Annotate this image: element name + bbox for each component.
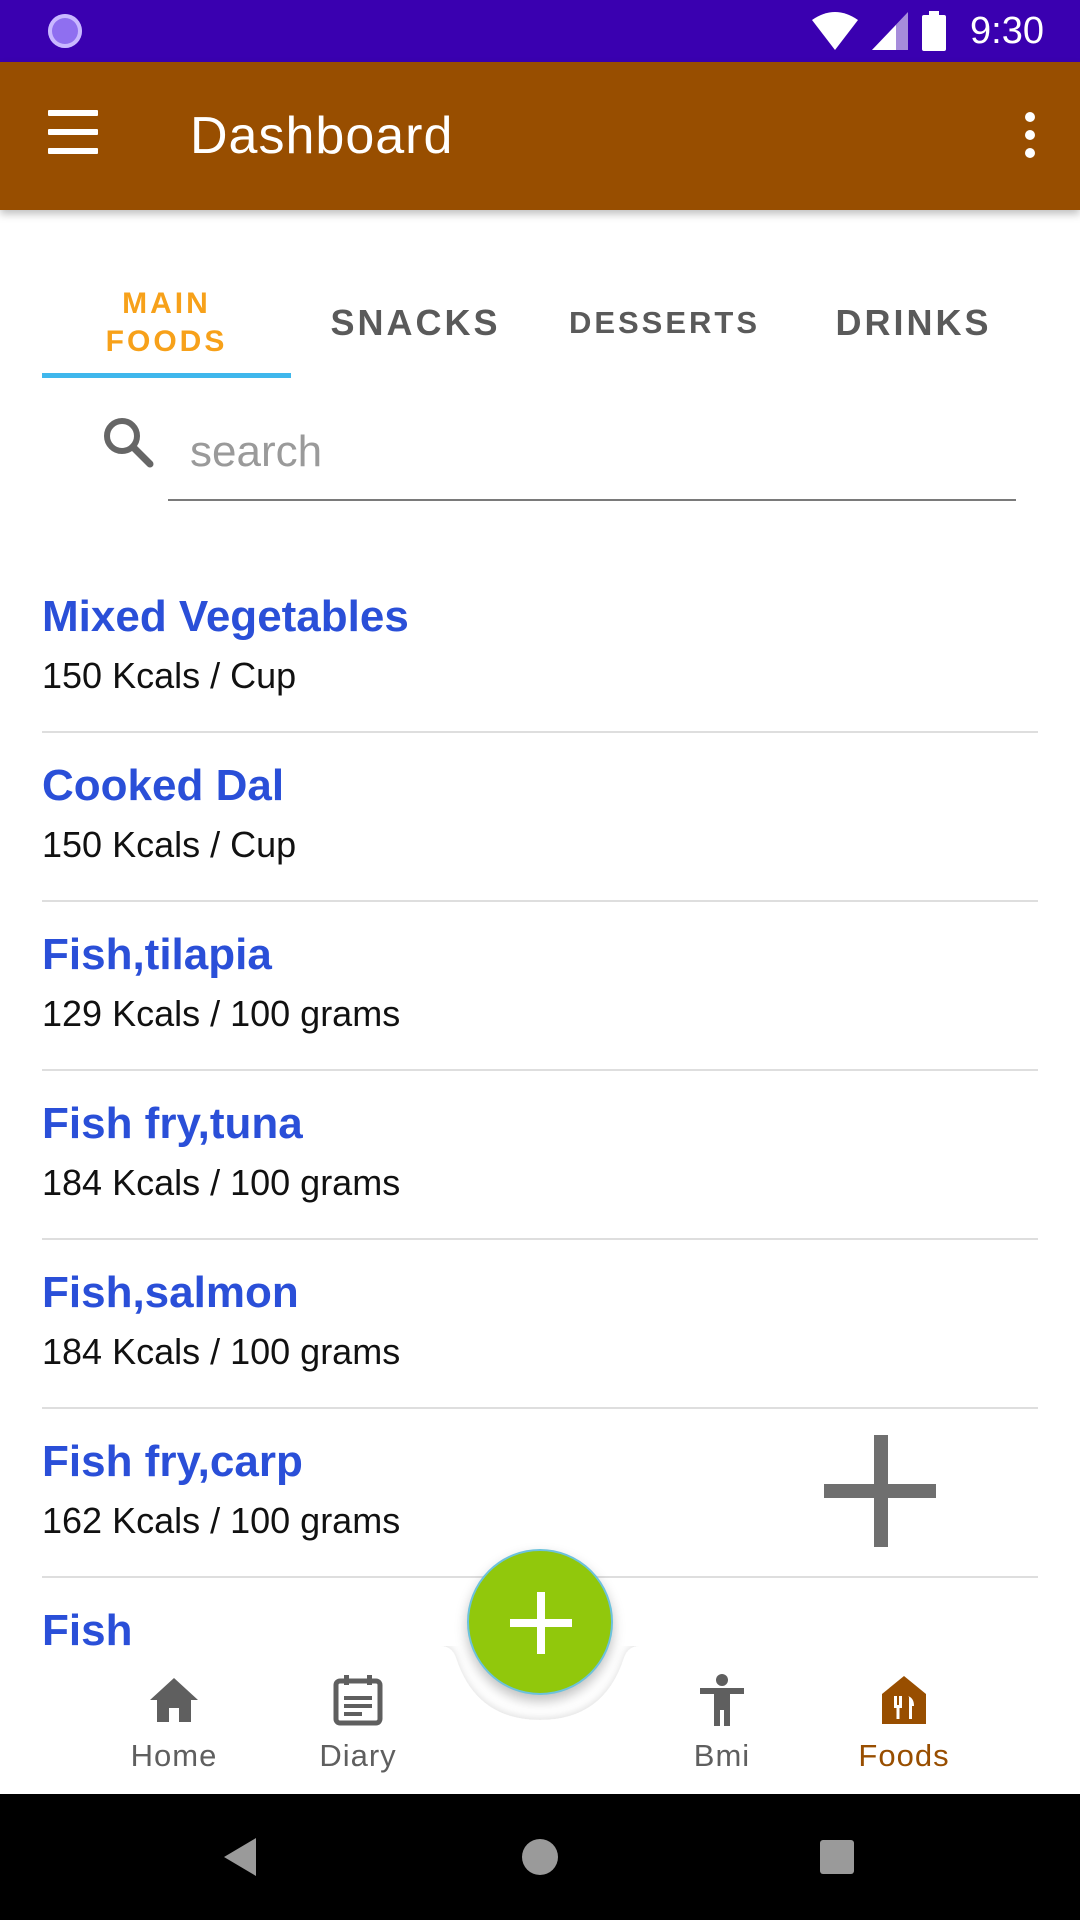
food-list: Mixed Vegetables 150 Kcals / Cup Cooked …	[42, 564, 1038, 1646]
nav-label: Home	[130, 1738, 218, 1773]
restaurant-icon	[882, 1676, 926, 1724]
nav-diary[interactable]: Diary	[268, 1646, 448, 1794]
tab-desserts[interactable]: DESSERTS	[540, 268, 789, 378]
recents-icon[interactable]	[806, 1826, 868, 1888]
tab-main-foods[interactable]: MAIN FOODS	[42, 268, 291, 378]
back-icon[interactable]	[210, 1826, 272, 1888]
signal-icon	[872, 12, 909, 50]
status-icons: 9:30	[812, 0, 1044, 62]
nav-label: Diary	[319, 1738, 397, 1773]
food-calories: 129 Kcals / 100 grams	[42, 993, 401, 1034]
list-item[interactable]: Fish fry,tuna 184 Kcals / 100 grams	[42, 1071, 1038, 1240]
food-calories: 162 Kcals / 100 grams	[42, 1500, 401, 1541]
nav-label: Bmi	[693, 1738, 751, 1773]
app-bar: Dashboard	[0, 62, 1080, 210]
list-item[interactable]: Fish,tilapia 129 Kcals / 100 grams	[42, 902, 1038, 1071]
screen: 9:30 Dashboard MAIN FOODS SNACKS DESSERT…	[0, 0, 1080, 1920]
wifi-icon	[812, 12, 859, 50]
battery-icon	[922, 11, 947, 51]
status-bar: 9:30	[0, 0, 1080, 62]
accessibility-icon	[700, 1674, 744, 1726]
nav-foods[interactable]: Foods	[814, 1646, 994, 1794]
list-item[interactable]: Fish,salmon 184 Kcals / 100 grams	[42, 1240, 1038, 1409]
list-item[interactable]: Cooked Dal 150 Kcals / Cup	[42, 733, 1038, 902]
nav-home[interactable]: Home	[84, 1646, 264, 1794]
home-button-icon[interactable]	[509, 1826, 571, 1888]
tab-label: SNACKS	[330, 302, 501, 343]
food-name: Fish fry,carp	[42, 1437, 303, 1486]
notification-icon	[48, 14, 82, 48]
more-options-icon[interactable]	[1010, 104, 1050, 174]
tab-label: DRINKS	[835, 302, 992, 343]
list-item[interactable]: Mixed Vegetables 150 Kcals / Cup	[42, 564, 1038, 733]
category-tabs: MAIN FOODS SNACKS DESSERTS DRINKS	[42, 268, 1038, 378]
add-icon[interactable]	[822, 1433, 938, 1549]
nav-bmi[interactable]: Bmi	[632, 1646, 812, 1794]
tab-label: DESSERTS	[568, 305, 761, 340]
menu-icon[interactable]	[40, 110, 100, 160]
food-name: Fish,tilapia	[42, 930, 272, 979]
search-icon	[104, 418, 154, 468]
plus-icon	[510, 1592, 572, 1654]
food-name: Mixed Vegetables	[42, 592, 409, 641]
search-input[interactable]	[168, 405, 1016, 501]
food-name: Fish,salmon	[42, 1268, 299, 1317]
home-icon	[150, 1678, 198, 1722]
page-title: Dashboard	[190, 107, 454, 165]
tab-label: MAIN FOODS	[105, 287, 228, 358]
food-calories: 150 Kcals / Cup	[42, 655, 297, 696]
tab-snacks[interactable]: SNACKS	[291, 268, 540, 378]
add-food-fab[interactable]	[467, 1549, 613, 1695]
diary-icon	[333, 1675, 383, 1726]
nav-label: Foods	[858, 1738, 950, 1773]
tab-drinks[interactable]: DRINKS	[789, 268, 1038, 378]
food-calories: 150 Kcals / Cup	[42, 824, 297, 865]
system-nav-bar	[0, 1794, 1080, 1920]
food-calories: 184 Kcals / 100 grams	[42, 1331, 401, 1372]
status-time: 9:30	[970, 9, 1044, 52]
food-calories: 184 Kcals / 100 grams	[42, 1162, 401, 1203]
food-name: Fish	[42, 1606, 133, 1646]
food-name: Cooked Dal	[42, 761, 285, 810]
food-name: Fish fry,tuna	[42, 1099, 303, 1148]
